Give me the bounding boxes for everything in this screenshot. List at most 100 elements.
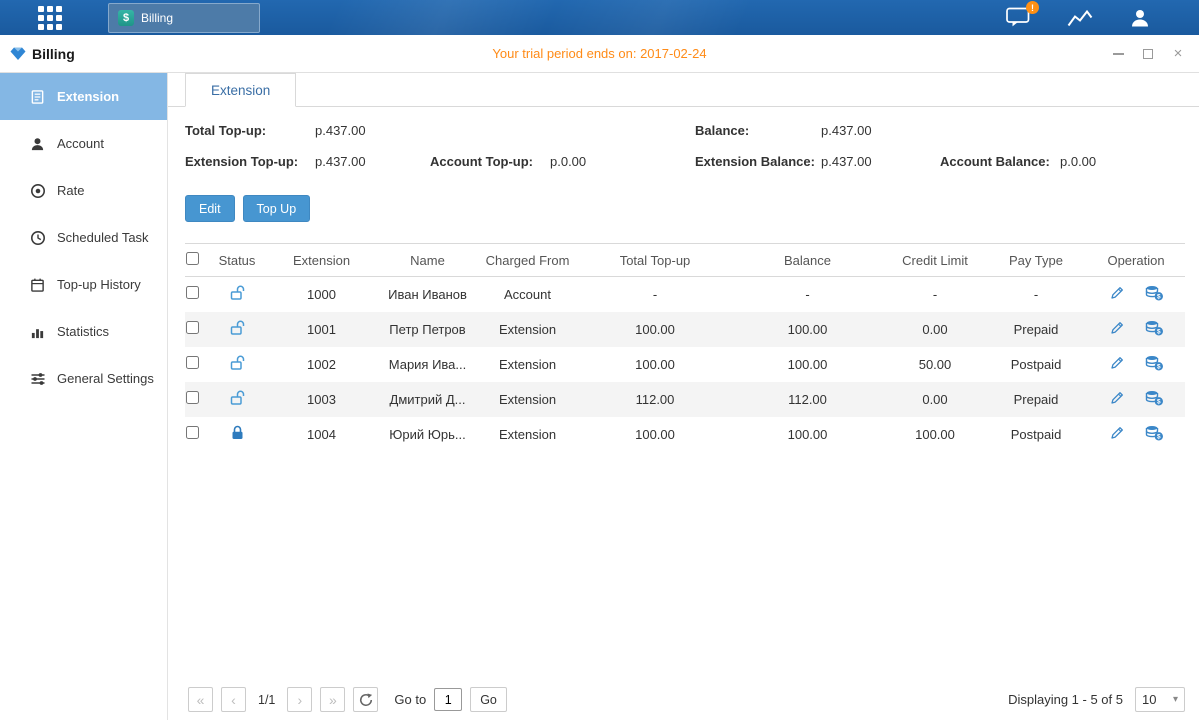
- sidebar-item-topup-history[interactable]: Top-up History: [0, 261, 167, 308]
- cell-extension: 1002: [263, 347, 380, 382]
- cell-balance: 100.00: [730, 347, 885, 382]
- topup-row-icon[interactable]: $: [1145, 355, 1164, 371]
- cell-charged-from: Extension: [475, 417, 580, 452]
- row-checkbox[interactable]: [186, 391, 199, 404]
- edit-row-icon[interactable]: [1109, 425, 1125, 441]
- billing-app-tab-label: Billing: [141, 11, 173, 25]
- svg-text:$: $: [1156, 433, 1160, 440]
- row-checkbox[interactable]: [186, 286, 199, 299]
- sidebar-item-general-settings[interactable]: General Settings: [0, 355, 167, 402]
- page-indicator: 1/1: [258, 693, 275, 707]
- col-operation: Operation: [1087, 244, 1185, 277]
- cell-extension: 1000: [263, 277, 380, 312]
- sidebar-item-statistics[interactable]: Statistics: [0, 308, 167, 355]
- sidebar-item-label: Top-up History: [57, 277, 141, 292]
- account-icon: [30, 136, 46, 152]
- sidebar-item-label: Scheduled Task: [57, 230, 149, 245]
- top-up-button[interactable]: Top Up: [243, 195, 311, 222]
- edit-row-icon[interactable]: [1109, 390, 1125, 406]
- topup-row-icon[interactable]: $: [1145, 425, 1164, 441]
- sidebar-item-scheduled-task[interactable]: Scheduled Task: [0, 214, 167, 261]
- topup-row-icon[interactable]: $: [1145, 390, 1164, 406]
- messages-icon[interactable]: !: [1006, 7, 1031, 28]
- user-account-icon[interactable]: [1129, 7, 1151, 29]
- row-checkbox[interactable]: [186, 321, 199, 334]
- cell-name: Петр Петров: [380, 312, 475, 347]
- go-button[interactable]: Go: [470, 687, 507, 712]
- sidebar-item-rate[interactable]: Rate: [0, 167, 167, 214]
- row-checkbox[interactable]: [186, 356, 199, 369]
- cell-credit-limit: 0.00: [885, 312, 985, 347]
- col-credit-limit: Credit Limit: [885, 244, 985, 277]
- sidebar: Extension Account Rate Scheduled Task To…: [0, 73, 168, 720]
- svg-text:$: $: [1156, 363, 1160, 370]
- edit-row-icon[interactable]: [1109, 285, 1125, 301]
- unlock-icon: [230, 285, 245, 301]
- page-size-select[interactable]: 10 ▾: [1135, 687, 1185, 712]
- apps-grid-icon[interactable]: [38, 6, 62, 30]
- main-panel: Extension Total Top-up:p.437.00 Balance:…: [168, 73, 1199, 720]
- total-topup-label: Total Top-up:: [185, 123, 315, 138]
- cell-total-topup: -: [580, 277, 730, 312]
- first-page-button[interactable]: «: [188, 687, 213, 712]
- sidebar-item-account[interactable]: Account: [0, 120, 167, 167]
- edit-row-icon[interactable]: [1109, 355, 1125, 371]
- pagination-bar: « ‹ 1/1 › » Go to Go Displaying 1 - 5 of…: [188, 687, 1185, 712]
- cell-total-topup: 100.00: [580, 417, 730, 452]
- cell-pay-type: Prepaid: [985, 382, 1087, 417]
- prev-page-button[interactable]: ‹: [221, 687, 246, 712]
- cell-pay-type: Prepaid: [985, 312, 1087, 347]
- cell-credit-limit: 100.00: [885, 417, 985, 452]
- edit-button[interactable]: Edit: [185, 195, 235, 222]
- col-total-topup: Total Top-up: [580, 244, 730, 277]
- refresh-icon: [359, 693, 373, 707]
- cell-total-topup: 112.00: [580, 382, 730, 417]
- window-titlebar: Billing Your trial period ends on: 2017-…: [0, 35, 1199, 73]
- cell-charged-from: Extension: [475, 347, 580, 382]
- col-name: Name: [380, 244, 475, 277]
- close-button[interactable]: ×: [1171, 47, 1185, 61]
- extension-topup-label: Extension Top-up:: [185, 154, 315, 169]
- goto-label: Go to: [394, 692, 426, 707]
- sidebar-item-label: Extension: [57, 89, 119, 104]
- cell-credit-limit: -: [885, 277, 985, 312]
- tabstrip: Extension: [168, 73, 1199, 107]
- account-balance-value: p.0.00: [1060, 154, 1096, 169]
- cell-extension: 1004: [263, 417, 380, 452]
- next-page-button[interactable]: ›: [287, 687, 312, 712]
- col-extension: Extension: [263, 244, 380, 277]
- table-header-row: Status Extension Name Charged From Total…: [185, 244, 1185, 277]
- cell-pay-type: Postpaid: [985, 347, 1087, 382]
- lock-icon: [230, 425, 245, 441]
- cell-balance: 100.00: [730, 417, 885, 452]
- svg-text:$: $: [1156, 293, 1160, 300]
- cell-credit-limit: 0.00: [885, 382, 985, 417]
- edit-row-icon[interactable]: [1109, 320, 1125, 336]
- refresh-button[interactable]: [353, 687, 378, 712]
- tab-extension[interactable]: Extension: [185, 73, 296, 107]
- cell-balance: 112.00: [730, 382, 885, 417]
- extension-topup-value: p.437.00: [315, 154, 366, 169]
- window-title: Billing: [32, 46, 75, 62]
- table-row: 1002 Мария Ива... Extension 100.00 100.0…: [185, 347, 1185, 382]
- topup-history-icon: [30, 277, 46, 293]
- cell-name: Дмитрий Д...: [380, 382, 475, 417]
- topup-row-icon[interactable]: $: [1145, 320, 1164, 336]
- billing-dollar-icon: $: [118, 10, 134, 26]
- topup-row-icon[interactable]: $: [1145, 285, 1164, 301]
- maximize-button[interactable]: [1141, 47, 1155, 61]
- sidebar-item-extension[interactable]: Extension: [0, 73, 167, 120]
- cell-extension: 1003: [263, 382, 380, 417]
- unlock-icon: [230, 320, 245, 336]
- billing-app-tab[interactable]: $ Billing: [108, 3, 260, 33]
- table-row: 1001 Петр Петров Extension 100.00 100.00…: [185, 312, 1185, 347]
- last-page-button[interactable]: »: [320, 687, 345, 712]
- row-checkbox[interactable]: [186, 426, 199, 439]
- account-topup-label: Account Top-up:: [430, 154, 550, 169]
- reports-chart-icon[interactable]: [1067, 8, 1093, 28]
- select-all-checkbox[interactable]: [186, 252, 199, 265]
- cell-balance: 100.00: [730, 312, 885, 347]
- goto-page-input[interactable]: [434, 688, 462, 711]
- col-pay-type: Pay Type: [985, 244, 1087, 277]
- minimize-button[interactable]: [1111, 47, 1125, 61]
